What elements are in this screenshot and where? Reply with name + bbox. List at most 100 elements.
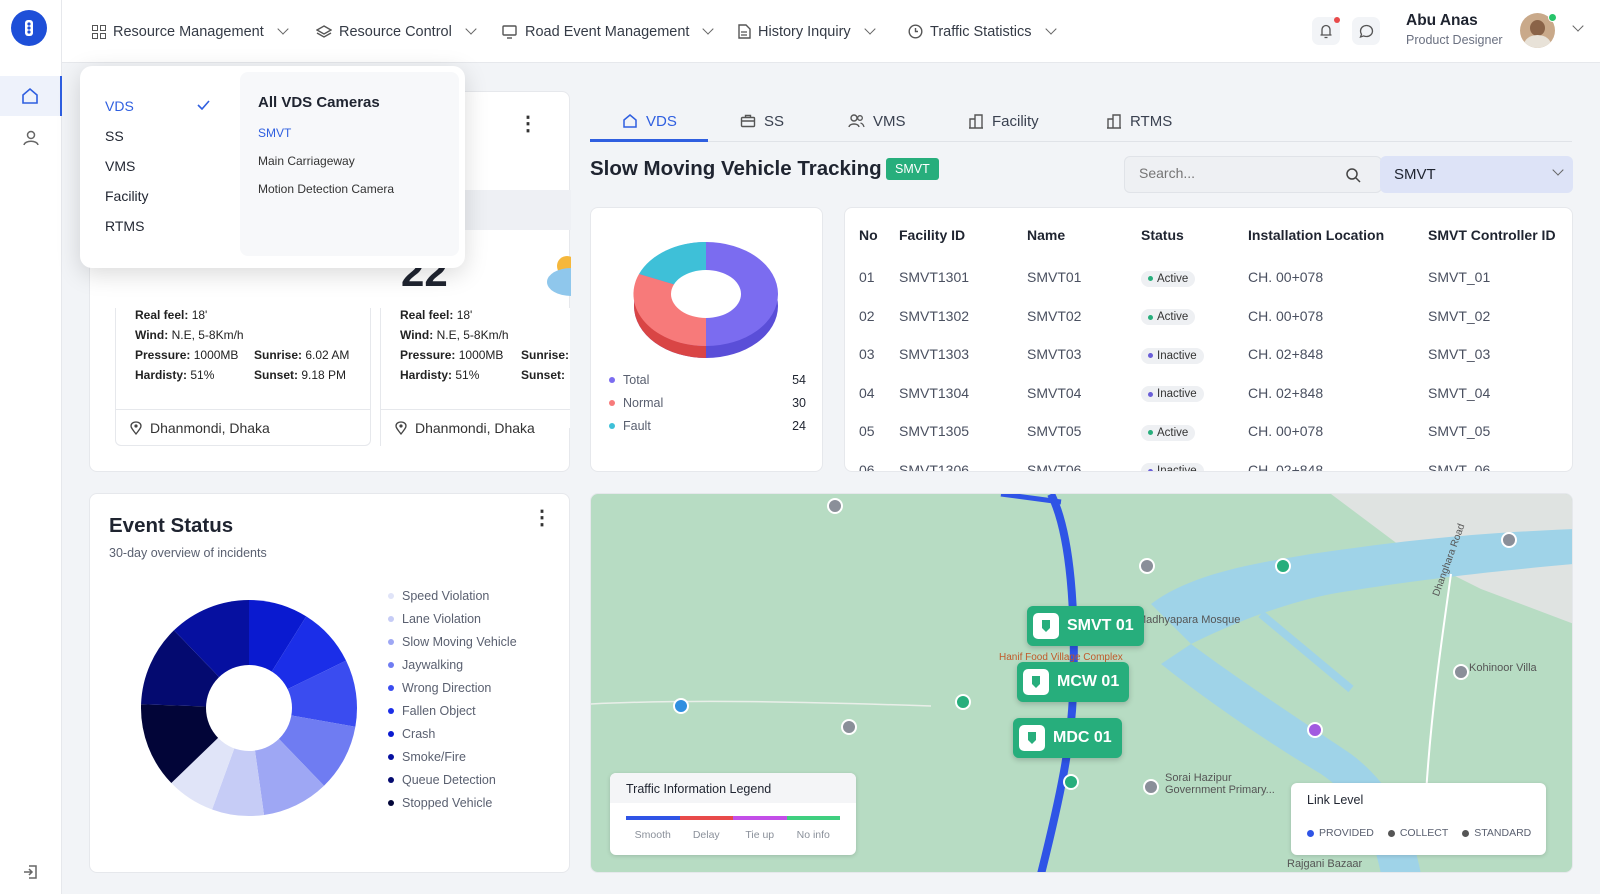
map-place-label: Sorai Hazipur Government Primary... <box>1165 772 1275 796</box>
poi-icon[interactable] <box>1501 532 1517 548</box>
status-badge: Inactive <box>1141 347 1204 364</box>
poi-icon[interactable] <box>841 719 857 735</box>
summary-donut-card: Total 54 Normal 30 Fault 24 <box>590 207 823 472</box>
facility-table: No Facility ID Name Status Installation … <box>859 212 1569 472</box>
tab-facility[interactable]: Facility <box>968 100 1039 142</box>
table-cell: SMVT_02 <box>1428 307 1491 324</box>
status-cell: Inactive <box>1141 451 1248 471</box>
map-marker-smvt01[interactable]: SMVT 01 <box>1027 606 1144 646</box>
status-badge: Inactive <box>1141 386 1204 402</box>
table-cell: SMVT1306 <box>899 461 970 472</box>
monitor-icon <box>502 24 517 39</box>
tab-ss[interactable]: SS <box>740 100 784 142</box>
dropdown-item-rtms[interactable]: RTMS <box>105 218 144 234</box>
column-header[interactable]: Facility ID <box>899 212 1027 258</box>
tab-vds[interactable]: VDS <box>622 100 677 142</box>
table-row[interactable]: 02 SMVT1302 SMVT02 Active CH. 00+078 SMVT_02 <box>859 297 1569 336</box>
more-options-icon[interactable]: ⋮ <box>518 114 538 134</box>
table-cell: SMVT1304 <box>899 384 970 401</box>
map-marker-mdc01[interactable]: MDC 01 <box>1013 718 1122 758</box>
status-dot <box>1148 430 1153 435</box>
dropdown-item-vms[interactable]: VMS <box>105 158 135 174</box>
menu-label: Traffic Statistics <box>930 23 1032 40</box>
sidebar-user-button[interactable] <box>0 118 62 158</box>
shop-poi-icon[interactable] <box>1307 722 1323 738</box>
dropdown-item-ss[interactable]: SS <box>105 128 124 144</box>
home-icon <box>623 114 637 128</box>
menu-traffic-statistics[interactable]: Traffic Statistics <box>908 0 1057 63</box>
camera-icon <box>1023 669 1049 695</box>
legend-item: Smoke/Fire <box>388 745 517 768</box>
table-cell: SMVT_03 <box>1428 346 1491 363</box>
logout-button[interactable] <box>0 852 62 892</box>
clock-icon <box>908 24 923 39</box>
park-poi-icon[interactable] <box>1275 558 1291 574</box>
traffic-legend-bar <box>626 816 840 820</box>
chevron-down-icon <box>1552 164 1564 176</box>
event-legend: Speed Violation Lane Violation Slow Moving… <box>388 584 517 814</box>
table-cell: CH. 00+078 <box>1248 423 1324 440</box>
status-dot <box>1148 276 1153 281</box>
menu-history-inquiry[interactable]: History Inquiry <box>738 0 876 63</box>
type-select[interactable]: SMVT <box>1380 156 1573 193</box>
status-cell: Active <box>1141 412 1248 451</box>
submenu-item-main-carriageway[interactable]: Main Carriageway <box>258 154 355 168</box>
menu-road-event-management[interactable]: Road Event Management <box>502 0 715 63</box>
messages-button[interactable] <box>1352 17 1380 45</box>
user-menu-chevron-icon[interactable] <box>1572 20 1584 32</box>
park-poi-icon[interactable] <box>955 694 971 710</box>
school-poi-icon[interactable] <box>1143 779 1159 795</box>
sidebar-home-button[interactable] <box>0 76 62 116</box>
dropdown-item-vds[interactable]: VDS <box>105 98 134 114</box>
notification-button[interactable] <box>1312 17 1340 45</box>
table-cell: SMVT04 <box>1027 384 1082 401</box>
table-header-row: No Facility ID Name Status Installation … <box>859 212 1569 258</box>
school-poi-icon[interactable] <box>1139 558 1155 574</box>
submenu-item-smvt[interactable]: SMVT <box>258 126 291 140</box>
home-icon <box>22 87 38 104</box>
document-icon <box>738 24 751 39</box>
search-icon[interactable] <box>1345 167 1361 183</box>
status-badge: SMVT <box>886 158 939 180</box>
search-input[interactable] <box>1139 165 1339 181</box>
column-header[interactable]: SMVT Controller ID <box>1428 212 1569 258</box>
table-row[interactable]: 01 SMVT1301 SMVT01 Active CH. 00+078 SMVT_01 <box>859 258 1569 297</box>
column-header[interactable]: Name <box>1027 212 1141 258</box>
tabs-divider <box>590 141 1572 142</box>
bell-icon <box>1320 24 1332 38</box>
dropdown-item-facility[interactable]: Facility <box>105 188 149 204</box>
table-row[interactable]: 06 SMVT1306 SMVT06 Inactive CH. 02+848 SMVT_0… <box>859 451 1569 472</box>
column-header[interactable]: Status <box>1141 212 1248 258</box>
legend-item: Wrong Direction <box>388 676 517 699</box>
legend-item: Normal 30 <box>609 391 806 414</box>
traffic-map[interactable]: Madhyapara Mosque Hanif Food Village Com… <box>590 493 1573 873</box>
sidebar <box>0 0 62 894</box>
submenu-item-motion-detection[interactable]: Motion Detection Camera <box>258 182 394 196</box>
mosque-poi-icon[interactable] <box>827 498 843 514</box>
menu-resource-management[interactable]: Resource Management <box>92 0 289 63</box>
map-marker-mcw01[interactable]: MCW 01 <box>1017 662 1130 702</box>
menu-resource-control[interactable]: Resource Control <box>316 0 477 63</box>
more-options-icon[interactable]: ⋮ <box>532 508 552 528</box>
table-row[interactable]: 04 SMVT1304 SMVT04 Inactive CH. 02+848 SMVT_0… <box>859 374 1569 413</box>
legend-item: Queue Detection <box>388 768 517 791</box>
poi-icon[interactable] <box>1453 664 1469 680</box>
tab-rtms[interactable]: RTMS <box>1106 100 1172 142</box>
app-logo[interactable] <box>11 10 47 46</box>
legend-label: Delay <box>692 829 720 841</box>
legend-item: Crash <box>388 722 517 745</box>
table-cell: 03 <box>859 346 875 363</box>
tab-vms[interactable]: VMS <box>848 100 906 142</box>
table-cell: 01 <box>859 269 875 286</box>
briefcase-icon <box>740 114 756 128</box>
table-cell: SMVT1305 <box>899 423 970 440</box>
building-icon <box>969 114 983 129</box>
section-subtitle: 30-day overview of incidents <box>109 546 267 560</box>
shop-poi-icon[interactable] <box>673 698 689 714</box>
table-cell: 04 <box>859 384 875 401</box>
table-row[interactable]: 03 SMVT1303 SMVT03 Inactive CH. 02+848 SMVT_0… <box>859 335 1569 374</box>
legend-label: No info <box>796 829 830 841</box>
column-header[interactable]: No <box>859 212 899 258</box>
table-row[interactable]: 05 SMVT1305 SMVT05 Active CH. 00+078 SMVT_05 <box>859 412 1569 451</box>
column-header[interactable]: Installation Location <box>1248 212 1428 258</box>
